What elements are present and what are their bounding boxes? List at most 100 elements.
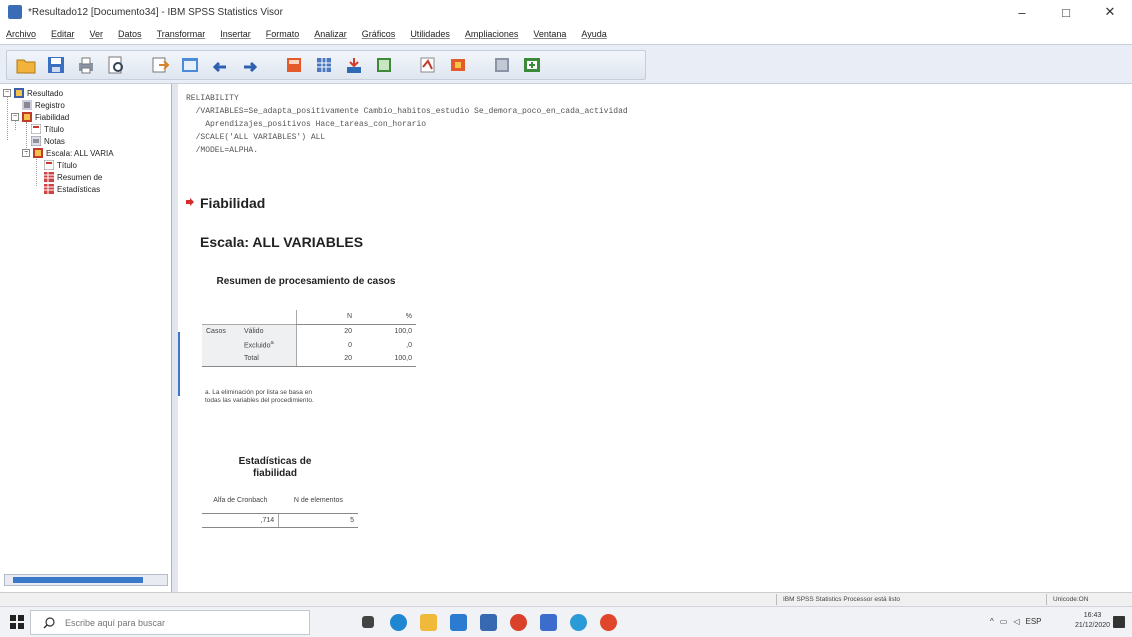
table-icon xyxy=(44,184,54,194)
log-icon xyxy=(22,100,32,110)
redo-icon[interactable] xyxy=(237,52,263,78)
notifications-icon[interactable] xyxy=(1113,616,1125,628)
file-explorer-icon[interactable] xyxy=(420,614,437,631)
current-item-arrow-icon xyxy=(186,198,194,206)
export-icon[interactable] xyxy=(147,52,173,78)
office-icon[interactable] xyxy=(510,614,527,631)
scale-heading[interactable]: Escala: ALL VARIABLES xyxy=(200,234,363,250)
nav-label: Resultado xyxy=(27,88,64,98)
designate-window-icon[interactable] xyxy=(519,52,545,78)
nav-item-titulo[interactable]: Título xyxy=(30,123,65,135)
clock-time: 16:43 xyxy=(1083,612,1102,619)
menu-utilidades[interactable]: Utilidades xyxy=(410,29,450,39)
goto-data-icon[interactable] xyxy=(281,52,307,78)
menu-ver[interactable]: Ver xyxy=(90,29,104,39)
undo-icon[interactable] xyxy=(207,52,233,78)
variables-icon[interactable] xyxy=(341,52,367,78)
chat-icon[interactable] xyxy=(570,614,587,631)
table-row: Total 20 100,0 xyxy=(202,352,416,367)
cell-n: 20 xyxy=(295,352,356,367)
taskbar-clock[interactable]: 16:43 21/12/2020 xyxy=(1075,611,1110,631)
notes-icon xyxy=(30,135,42,147)
syntax-line: RELIABILITY xyxy=(186,94,239,103)
nav-item-registro[interactable]: Registro xyxy=(22,99,65,111)
language-indicator[interactable]: ESP xyxy=(1025,617,1041,626)
table-cell xyxy=(202,352,240,367)
table-cell xyxy=(240,310,296,324)
system-tray: ^ ▭ ◁ ESP xyxy=(990,617,1042,626)
nav-item-titulo-2[interactable]: Título xyxy=(43,159,77,171)
table-cell xyxy=(202,310,240,324)
footnote-marker: a xyxy=(270,340,274,347)
menu-insertar[interactable]: Insertar xyxy=(220,29,251,39)
chevron-up-icon[interactable]: ^ xyxy=(990,617,994,626)
nav-item-estadisticas[interactable]: Estadísticas xyxy=(44,183,100,195)
row-label: Total xyxy=(240,352,296,367)
toolbar xyxy=(0,44,1132,84)
insert-heading-icon[interactable] xyxy=(415,52,441,78)
nav-label: Registro xyxy=(35,100,65,110)
window-controls: – □ ✕ xyxy=(1000,0,1132,24)
nav-item-notas[interactable]: Notas xyxy=(30,135,65,147)
insert-output-icon[interactable] xyxy=(371,52,397,78)
syntax-line: /MODEL=ALPHA. xyxy=(186,146,259,155)
collapse-icon[interactable]: − xyxy=(3,89,11,97)
close-button[interactable]: ✕ xyxy=(1088,0,1132,24)
table-header-row: N % xyxy=(202,310,416,325)
menu-transformar[interactable]: Transformar xyxy=(157,29,206,39)
volume-icon[interactable]: ◁ xyxy=(1013,617,1019,626)
syntax-line: Aprendizajes_positivos Hace_tareas_con_h… xyxy=(186,120,427,129)
maximize-button[interactable]: □ xyxy=(1044,0,1088,24)
recall-dialog-icon[interactable] xyxy=(177,52,203,78)
nav-item-fiabilidad[interactable]: − Fiabilidad xyxy=(11,111,69,123)
row-label: Válido xyxy=(240,323,296,338)
print-preview-icon[interactable] xyxy=(103,52,129,78)
menu-ayuda[interactable]: Ayuda xyxy=(581,29,606,39)
menu-ventana[interactable]: Ventana xyxy=(533,29,566,39)
window-title: *Resultado12 [Documento34] - IBM SPSS St… xyxy=(28,6,283,18)
syntax-line: /SCALE('ALL VARIABLES') ALL xyxy=(186,133,326,142)
procedure-book-icon xyxy=(22,112,32,122)
open-icon[interactable] xyxy=(13,52,39,78)
print-icon[interactable] xyxy=(73,52,99,78)
show-all-icon[interactable] xyxy=(489,52,515,78)
nav-item-resumen[interactable]: Resumen de xyxy=(44,171,102,183)
nav-label: Título xyxy=(44,124,65,134)
spss-taskbar-icon[interactable] xyxy=(540,614,557,631)
task-view-icon[interactable] xyxy=(362,616,374,628)
store-icon[interactable] xyxy=(450,614,467,631)
goto-case-icon[interactable] xyxy=(311,52,337,78)
procedure-heading[interactable]: Fiabilidad xyxy=(200,195,265,211)
menu-graficos[interactable]: Gráficos xyxy=(362,29,396,39)
collapse-icon[interactable]: − xyxy=(22,149,30,157)
windows-start-icon[interactable] xyxy=(8,613,26,631)
mail-icon[interactable] xyxy=(480,614,497,631)
save-icon[interactable] xyxy=(43,52,69,78)
menu-formato[interactable]: Formato xyxy=(266,29,300,39)
nav-label: Resumen de xyxy=(57,172,103,182)
navigator-scrollbar[interactable] xyxy=(4,574,168,586)
nav-item-resultado[interactable]: − Resultado xyxy=(3,87,63,99)
menu-ampliaciones[interactable]: Ampliaciones xyxy=(465,29,519,39)
reliability-table[interactable]: Alfa de Cronbach N de elementos ,714 5 xyxy=(202,489,358,528)
network-icon[interactable]: ▭ xyxy=(1000,617,1008,626)
menu-editar[interactable]: Editar xyxy=(51,29,75,39)
collapse-icon[interactable]: − xyxy=(11,113,19,121)
nav-label: Notas xyxy=(44,136,65,146)
cell-items: 5 xyxy=(278,513,358,528)
title-icon xyxy=(43,159,55,171)
search-input[interactable] xyxy=(65,617,285,628)
nav-item-escala[interactable]: − Escala: ALL VARIA xyxy=(22,147,114,159)
chrome-icon[interactable] xyxy=(600,614,617,631)
insert-title-icon[interactable] xyxy=(445,52,471,78)
case-summary-table[interactable]: N % Casos Válido 20 100,0 Excluidoa 0 ,0… xyxy=(202,310,416,367)
menu-archivo[interactable]: Archivo xyxy=(6,29,36,39)
menu-datos[interactable]: Datos xyxy=(118,29,142,39)
menu-analizar[interactable]: Analizar xyxy=(314,29,347,39)
minimize-button[interactable]: – xyxy=(1000,0,1044,24)
col-header-items: N de elementos xyxy=(278,489,358,514)
cell-pct: ,0 xyxy=(406,341,412,349)
edge-browser-icon[interactable] xyxy=(390,614,407,631)
taskbar-search[interactable] xyxy=(30,610,310,635)
scrollbar-thumb[interactable] xyxy=(13,577,143,583)
